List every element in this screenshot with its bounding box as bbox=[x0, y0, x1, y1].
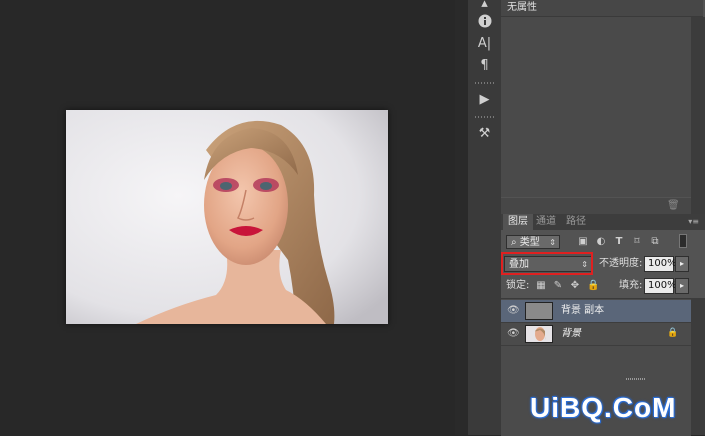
layer-row-background[interactable]: 👁 背景 🔒 bbox=[501, 323, 691, 345]
info-icon[interactable] bbox=[475, 11, 494, 30]
properties-panel-body bbox=[501, 17, 691, 197]
properties-panel-title: 无属性 bbox=[501, 0, 703, 17]
paragraph-icon[interactable]: ¶ bbox=[475, 56, 494, 75]
lock-position-move-icon[interactable]: ✥ bbox=[569, 280, 581, 292]
visibility-eye-icon[interactable]: 👁 bbox=[507, 305, 520, 317]
fill-input[interactable]: 100% bbox=[644, 278, 677, 294]
fill-dropdown[interactable]: ▸ bbox=[675, 278, 689, 294]
pixel-filter-icon[interactable]: ▣ bbox=[577, 236, 589, 248]
panel-icon-strip: ▴ A| ¶ ▶ ⚒ bbox=[468, 0, 502, 435]
shape-filter-icon[interactable]: ⌑ bbox=[631, 236, 643, 248]
lock-image-brush-icon[interactable]: ✎ bbox=[552, 280, 564, 292]
trash-icon[interactable]: 🗑 bbox=[667, 200, 680, 211]
properties-panel-footer: 🗑 bbox=[501, 198, 691, 214]
lock-transparent-icon[interactable]: ▦ bbox=[535, 280, 547, 292]
layer-lock-icon: 🔒 bbox=[667, 328, 679, 338]
adjustment-filter-icon[interactable]: ◐ bbox=[595, 236, 607, 248]
layer-name[interactable]: 背景 bbox=[561, 323, 581, 345]
tab-channels[interactable]: 通道 bbox=[531, 214, 561, 230]
actions-play-icon[interactable]: ▶ bbox=[475, 90, 494, 109]
portrait-image bbox=[66, 110, 388, 324]
visibility-eye-icon[interactable]: 👁 bbox=[507, 328, 520, 340]
layer-name[interactable]: 背景 副本 bbox=[561, 300, 604, 322]
canvas-scrollbar[interactable] bbox=[455, 0, 469, 435]
layer-thumbnail bbox=[525, 302, 553, 320]
tab-layers[interactable]: 图层 bbox=[503, 214, 533, 230]
lock-label: 锁定: bbox=[506, 280, 530, 291]
tab-paths[interactable]: 路径 bbox=[561, 214, 591, 230]
layers-scrollbar[interactable] bbox=[691, 298, 705, 435]
canvas-photo[interactable] bbox=[66, 110, 388, 324]
filter-value: 类型 bbox=[519, 237, 540, 248]
layer-filter-select[interactable]: ⌕ 类型 ⇕ bbox=[506, 235, 560, 249]
opacity-dropdown[interactable]: ▸ bbox=[675, 256, 689, 272]
watermark-logo: UiBQ.CoM bbox=[530, 392, 677, 423]
blend-mode-highlight bbox=[501, 252, 593, 275]
tool-presets-icon[interactable]: ⚒ bbox=[475, 124, 494, 143]
type-filter-icon[interactable]: T bbox=[613, 236, 625, 248]
filter-toggle[interactable] bbox=[679, 234, 687, 248]
properties-panel-scrollbar[interactable] bbox=[691, 17, 705, 214]
opacity-label: 不透明度: bbox=[599, 258, 643, 269]
opacity-input[interactable]: 100% bbox=[644, 256, 677, 272]
magnifier-icon: ⌕ bbox=[511, 237, 520, 248]
properties-panel: 无属性 🗑 bbox=[501, 0, 705, 214]
layer-thumbnail bbox=[525, 325, 553, 343]
panel-menu-icon[interactable]: ▾≡ bbox=[688, 217, 699, 226]
fill-label: 填充: bbox=[619, 280, 643, 291]
layers-panel-tabs: 图层 通道 路径 ▾≡ bbox=[501, 214, 705, 230]
character-icon[interactable]: A| bbox=[475, 34, 494, 53]
updown-icon: ⇕ bbox=[549, 238, 556, 247]
layer-row-background-copy[interactable]: 👁 背景 副本 bbox=[501, 300, 691, 322]
smart-object-filter-icon[interactable]: ⧉ bbox=[649, 236, 661, 248]
lock-all-icon[interactable]: 🔒 bbox=[587, 280, 599, 292]
resize-grip bbox=[626, 378, 646, 380]
